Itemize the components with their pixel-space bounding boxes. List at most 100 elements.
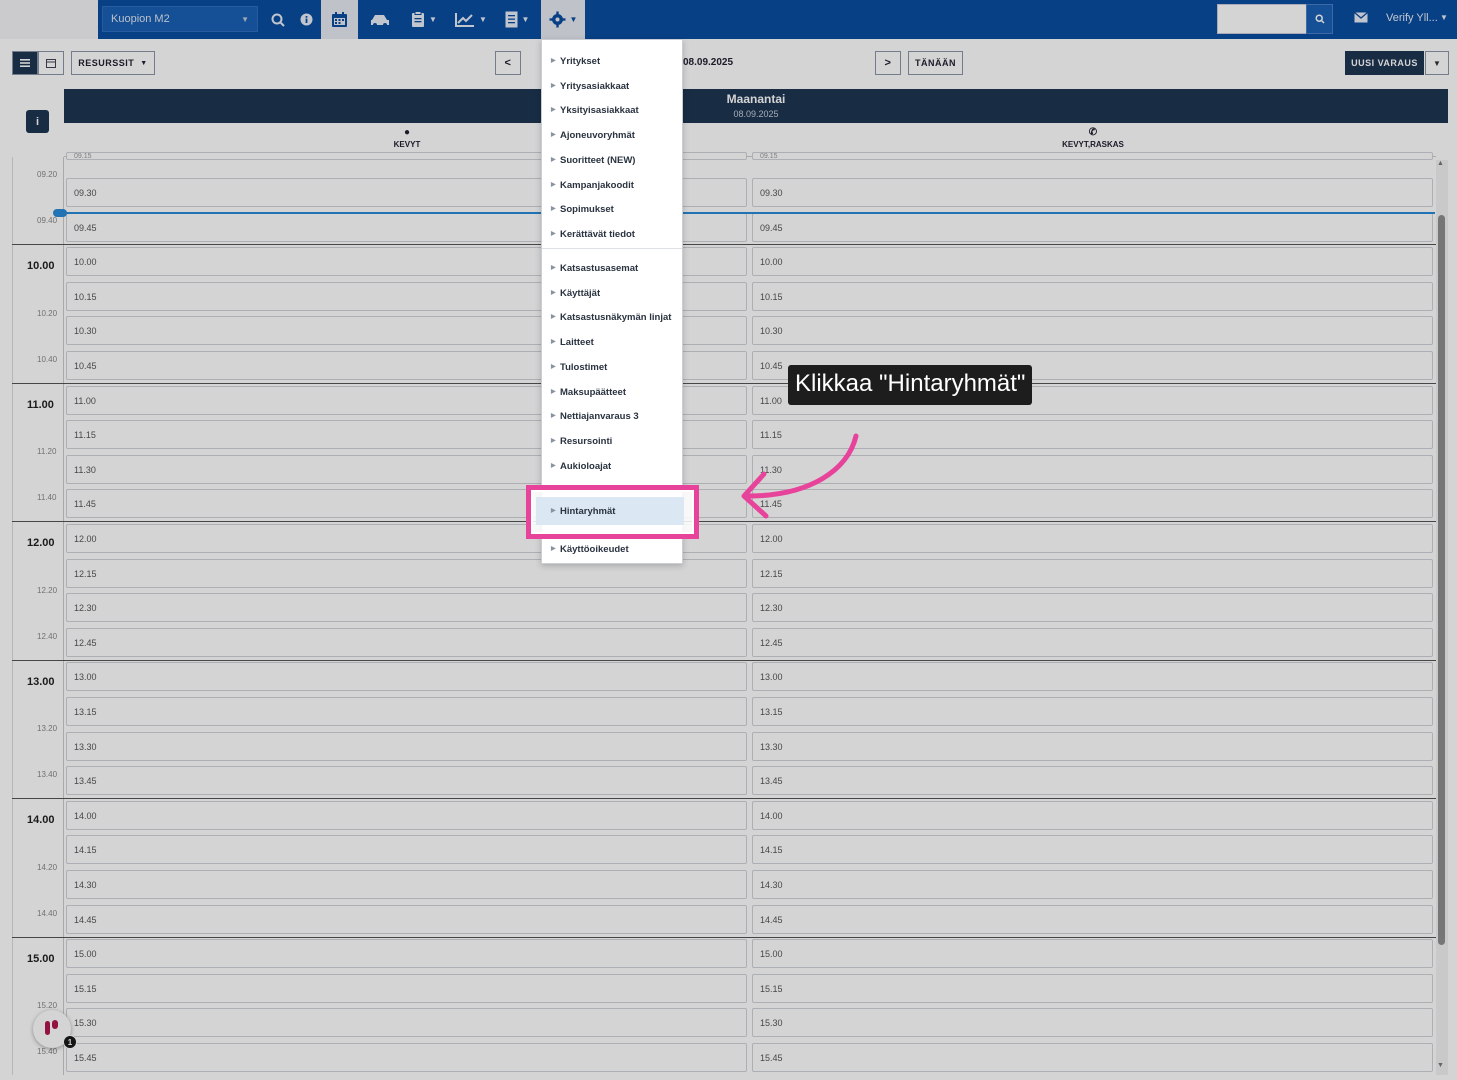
time-slot[interactable]: 15.00 bbox=[752, 939, 1433, 969]
time-slot[interactable]: 14.15 bbox=[66, 835, 747, 865]
time-slot[interactable]: 15.45 bbox=[752, 1043, 1433, 1072]
time-slot[interactable]: 10.30 bbox=[752, 316, 1433, 346]
menu-item[interactable]: ▶ Kampanjakoodit bbox=[542, 173, 682, 195]
time-slot[interactable]: 13.45 bbox=[752, 766, 1433, 796]
menu-item[interactable]: ▶ Laitteet bbox=[542, 330, 682, 352]
menu-item[interactable]: ▶ Aukioloajat bbox=[542, 454, 682, 476]
menu-item-label: Sopimukset bbox=[560, 204, 614, 216]
hour-label: 11.00 bbox=[27, 398, 54, 411]
time-slot[interactable]: 09.30 bbox=[752, 178, 1433, 207]
resources-dropdown[interactable]: RESURSSIT ▼ bbox=[71, 51, 155, 75]
time-slot[interactable]: 13.00 bbox=[66, 662, 747, 692]
list-view-button[interactable] bbox=[12, 51, 38, 75]
info-icon[interactable] bbox=[295, 0, 317, 39]
menu-item[interactable]: ▶ Sopimukset bbox=[542, 197, 682, 219]
menu-item[interactable]: ▶ Resursointi bbox=[542, 429, 682, 451]
chart-icon[interactable]: ▼ bbox=[450, 0, 492, 39]
scroll-thumb[interactable] bbox=[1438, 215, 1445, 945]
menu-item[interactable]: ▶ Nettiajanvaraus 3 bbox=[542, 404, 682, 426]
menu-item[interactable]: ▶ Tulostimet bbox=[542, 355, 682, 377]
time-slot[interactable]: 09.15 bbox=[752, 152, 1433, 160]
clipboard-icon[interactable]: ▼ bbox=[403, 0, 445, 39]
menu-item[interactable]: ▶ Ajoneuvoryhmät bbox=[542, 123, 682, 145]
time-slot[interactable]: 13.15 bbox=[66, 697, 747, 726]
time-slot[interactable]: 12.15 bbox=[752, 558, 1433, 588]
scroll-up-icon[interactable]: ▲ bbox=[1437, 160, 1444, 167]
menu-item[interactable]: ▶ Maksupäätteet bbox=[542, 380, 682, 402]
calendar-icon[interactable] bbox=[321, 0, 358, 39]
next-day-button[interactable]: > bbox=[875, 51, 901, 75]
today-button[interactable]: TÄNÄÄN bbox=[908, 51, 963, 75]
tutorial-instruction: Klikkaa "Hintaryhmät" bbox=[788, 365, 1033, 405]
time-slot[interactable]: 13.15 bbox=[752, 697, 1433, 726]
day-date: 08.09.2025 bbox=[733, 109, 779, 119]
help-notification-badge: 1 bbox=[63, 1035, 77, 1049]
location-select[interactable]: Kuopion M2 ▼ bbox=[102, 6, 258, 32]
time-slot[interactable]: 12.45 bbox=[66, 627, 747, 657]
menu-item[interactable]: ▶ Kerättävät tiedot bbox=[542, 222, 682, 244]
global-search-button[interactable] bbox=[1306, 4, 1333, 34]
location-label: Kuopion M2 bbox=[111, 13, 170, 25]
car-icon[interactable] bbox=[362, 0, 398, 39]
menu-item[interactable]: ▶ Suoritteet (NEW) bbox=[542, 148, 682, 170]
time-slot[interactable]: 15.45 bbox=[66, 1043, 747, 1072]
time-slot[interactable]: 14.00 bbox=[66, 800, 747, 830]
time-slot[interactable]: 14.15 bbox=[752, 835, 1433, 865]
new-booking-dropdown[interactable]: ▼ bbox=[1425, 51, 1449, 75]
time-slot[interactable]: 10.15 bbox=[752, 281, 1433, 311]
time-slot[interactable]: 14.30 bbox=[752, 870, 1433, 899]
logo-area[interactable] bbox=[0, 0, 98, 39]
current-date[interactable]: 08.09.2025 bbox=[683, 57, 733, 68]
hour-divider bbox=[12, 521, 1442, 522]
menu-item[interactable]: ▶ Yritykset bbox=[542, 49, 682, 71]
time-slot[interactable]: 15.15 bbox=[752, 973, 1433, 1003]
time-slot[interactable]: 15.15 bbox=[66, 973, 747, 1003]
menu-item[interactable]: ▶ Katsastusnäkymän linjat bbox=[542, 305, 682, 327]
time-slot[interactable]: 12.30 bbox=[66, 593, 747, 623]
time-slot[interactable]: 14.45 bbox=[752, 904, 1433, 934]
global-search-input[interactable] bbox=[1217, 4, 1307, 34]
time-slot[interactable]: 13.00 bbox=[752, 662, 1433, 692]
document-icon[interactable]: ▼ bbox=[497, 0, 537, 39]
time-slot[interactable]: 13.45 bbox=[66, 766, 747, 796]
new-booking-button[interactable]: UUSI VARAUS bbox=[1345, 51, 1424, 75]
time-slot[interactable]: 09.45 bbox=[752, 212, 1433, 242]
caret-right-icon: ▶ bbox=[551, 230, 556, 237]
menu-item[interactable]: ▶ Yritysasiakkaat bbox=[542, 74, 682, 96]
time-slot[interactable]: 13.30 bbox=[66, 731, 747, 761]
info-button[interactable]: i bbox=[26, 110, 49, 133]
menu-item-hintaryhmat[interactable]: ▶ Hintaryhmät bbox=[536, 497, 684, 525]
caret-right-icon: ▶ bbox=[551, 206, 556, 213]
time-slot[interactable]: 14.45 bbox=[66, 904, 747, 934]
time-slot[interactable]: 15.30 bbox=[752, 1008, 1433, 1038]
time-slot[interactable]: 14.30 bbox=[66, 870, 747, 899]
menu-divider bbox=[542, 248, 682, 249]
current-time-line bbox=[60, 212, 1435, 214]
calendar-scrollbar[interactable]: ▲ ▼ bbox=[1436, 160, 1448, 1075]
minor-time-label: 09.20 bbox=[37, 170, 58, 179]
user-menu[interactable]: Verify Yll... bbox=[1386, 12, 1438, 24]
time-slot[interactable]: 15.00 bbox=[66, 939, 747, 969]
chevron-down-icon: ▼ bbox=[140, 59, 148, 67]
prev-day-button[interactable]: < bbox=[495, 51, 521, 75]
menu-item-kayttooikeudet[interactable]: ▶ Käyttöoikeudet bbox=[542, 537, 682, 559]
gear-icon[interactable]: ▼ bbox=[541, 0, 585, 39]
menu-item-label: Laitteet bbox=[560, 337, 594, 349]
time-slot[interactable]: 12.45 bbox=[752, 627, 1433, 657]
minor-time-label: 15.40 bbox=[37, 1047, 58, 1056]
time-slot[interactable]: 14.00 bbox=[752, 800, 1433, 830]
menu-item[interactable]: ▶ Katsastusasemat bbox=[542, 256, 682, 278]
help-logo-icon bbox=[45, 1020, 58, 1035]
search-icon[interactable] bbox=[266, 0, 290, 39]
time-slot[interactable]: 12.30 bbox=[752, 593, 1433, 623]
calendar-view-button[interactable] bbox=[38, 51, 64, 75]
mail-icon[interactable] bbox=[1354, 10, 1368, 26]
time-slot[interactable]: 13.30 bbox=[752, 731, 1433, 761]
chevron-down-icon: ▼ bbox=[1440, 13, 1448, 22]
time-slot[interactable]: 15.30 bbox=[66, 1008, 747, 1038]
time-slot[interactable]: 10.00 bbox=[752, 247, 1433, 277]
caret-right-icon: ▶ bbox=[551, 132, 556, 139]
menu-item[interactable]: ▶ Yksityisasiakkaat bbox=[542, 98, 682, 120]
scroll-down-icon[interactable]: ▼ bbox=[1437, 1062, 1444, 1069]
menu-item[interactable]: ▶ Käyttäjät bbox=[542, 281, 682, 303]
